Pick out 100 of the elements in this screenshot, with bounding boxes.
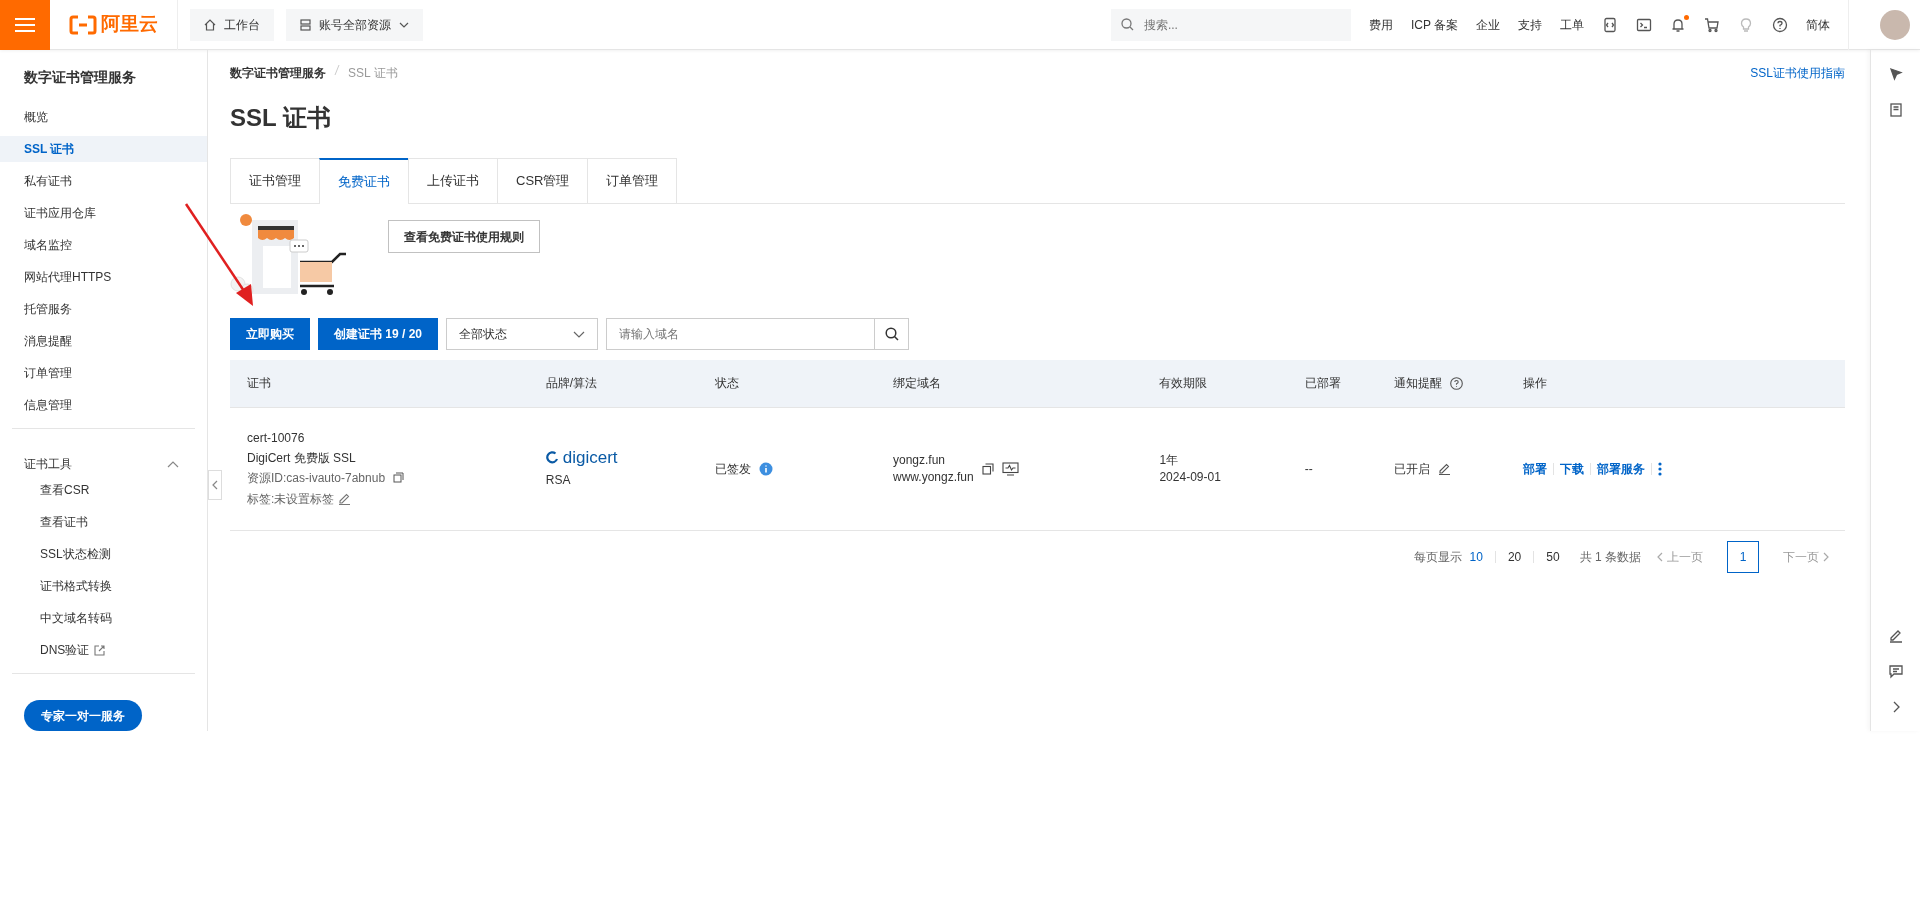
column-header: 有效期限 [1159,375,1208,393]
column-header: 证书 [247,375,271,393]
logo-text: 阿里云 [101,12,158,37]
validity-period: 1年 [1159,451,1180,469]
stack-icon [300,18,311,31]
sidebar-title: 数字证书管理服务 [23,68,137,87]
sidebar-item[interactable]: SSL 证书 [0,136,207,162]
api-icon[interactable] [1602,16,1618,33]
help-icon[interactable] [1449,376,1463,390]
resource-id: 资源ID:cas-ivauto-7abnub [247,469,386,487]
workbench-button[interactable]: 工作台 [190,8,274,41]
product-name: DigiCert 免费版 SSL [247,449,357,467]
chevron-icon[interactable] [167,460,179,468]
page-size-option[interactable]: 20 [1507,547,1522,566]
edit-icon[interactable] [1437,462,1451,475]
guide-link[interactable]: SSL证书使用指南 [1750,64,1845,82]
total-count: 共 1 条数据 [1579,548,1641,566]
tab[interactable]: 证书管理 [230,158,320,203]
top-nav-link[interactable]: 工单 [1560,15,1584,34]
sidebar-item[interactable]: 证书应用仓库 [0,200,207,226]
sidebar-item[interactable]: 订单管理 [0,360,207,386]
cursor-icon[interactable] [1887,66,1904,82]
column-header: 状态 [715,375,740,393]
expiry-date: 2024-09-01 [1159,468,1222,486]
buy-button[interactable]: 立即购买 [230,318,310,350]
sidebar-item[interactable]: 信息管理 [0,392,207,418]
cart-icon[interactable] [1704,16,1720,33]
rules-button[interactable]: 查看免费证书使用规则 [388,220,540,253]
tab[interactable]: 免费证书 [319,158,409,204]
sidebar-subitem[interactable]: DNS验证 [0,637,207,663]
sidebar-subitem[interactable]: 中文域名转码 [0,605,207,631]
top-nav-link[interactable]: ICP 备案 [1410,15,1458,34]
certificate-id: cert-10076 [247,429,306,447]
action-link[interactable]: 下载 [1559,459,1584,478]
copy-icon[interactable] [981,462,994,475]
chat-icon[interactable] [1887,663,1904,679]
search-icon [884,327,899,341]
search-box[interactable]: 搜索... [1110,8,1351,41]
sidebar-subitem[interactable]: 查看证书 [0,509,207,535]
chevron-icon [1657,551,1663,562]
status-select[interactable]: 全部状态 [446,318,599,350]
digicert-logo-icon [545,451,559,464]
deployed-count: -- [1304,461,1313,476]
more-icon[interactable] [1657,461,1662,476]
sidebar-item[interactable]: 托管服务 [0,296,207,322]
search-field[interactable]: 搜索... [1141,14,1332,35]
search-icon [1120,18,1134,31]
info-icon[interactable] [759,461,774,476]
bell-icon[interactable] [1670,16,1686,33]
page-size-option[interactable]: 10 [1469,547,1483,566]
terminal-icon[interactable] [1636,16,1652,33]
top-nav-link[interactable]: 支持 [1518,15,1542,34]
logo-icon [69,14,97,35]
top-nav-link[interactable]: 费用 [1368,15,1393,34]
page-number[interactable]: 1 [1727,540,1759,573]
notification-status: 已开启 [1393,460,1430,478]
action-link[interactable]: 部署 [1522,459,1547,478]
tab[interactable]: 订单管理 [587,158,678,203]
language-link[interactable]: 简体 [1806,15,1830,34]
menu-button[interactable] [0,0,50,50]
column-header: 已部署 [1304,375,1341,393]
external-link-icon [94,644,106,656]
collapse-handle[interactable] [208,470,222,500]
create-certificate-button[interactable]: 创建证书 19 / 20 [318,318,439,350]
column-header: 通知提醒 [1393,375,1442,393]
edit-icon[interactable] [338,492,352,505]
caret-icon [399,21,409,28]
help-icon[interactable] [1772,16,1788,33]
sidebar-item[interactable]: 概览 [0,104,207,130]
monitor-icon[interactable] [1001,461,1019,476]
sidebar-subitem[interactable]: SSL状态检测 [0,541,207,567]
breadcrumb-item[interactable]: 数字证书管理服务 [230,64,326,82]
status-text: 已签发 [715,460,752,478]
sidebar-item[interactable]: 私有证书 [0,168,207,194]
document-icon[interactable] [1887,102,1904,118]
sidebar-item[interactable]: 消息提醒 [0,328,207,354]
domain-search-box[interactable]: 请输入域名 [606,318,910,350]
resources-dropdown[interactable]: 账号全部资源 [286,8,423,41]
algorithm: RSA [545,471,572,489]
sidebar-subitem[interactable]: 查看CSR [0,477,207,503]
slash-icon [334,64,340,76]
expert-service-button[interactable]: 专家一对一服务 [24,700,142,731]
page-size-option[interactable]: 50 [1546,547,1560,566]
sidebar-subitem[interactable]: 证书格式转换 [0,573,207,599]
sidebar-item[interactable]: 网站代理HTTPS [0,264,207,290]
page-size-label: 每页显示 [1413,548,1462,566]
top-nav-link[interactable]: 企业 [1476,15,1500,34]
chevron-icon [1823,551,1829,562]
caret-icon [573,330,586,338]
domain-name: yongz.fun [892,451,946,469]
column-header: 操作 [1522,375,1547,393]
tag-label: 标签:未设置标签 [247,490,335,508]
sidebar-item[interactable]: 域名监控 [0,232,207,258]
action-link[interactable]: 部署服务 [1596,459,1645,478]
column-header: 品牌/算法 [545,375,598,393]
sidebar-group-label: 证书工具 [24,456,72,473]
brand-logo-text: digicert [562,448,618,467]
home-icon [204,18,216,31]
page-title: SSL 证书 [230,103,332,133]
domain-name: www.yongz.fun [892,468,974,486]
